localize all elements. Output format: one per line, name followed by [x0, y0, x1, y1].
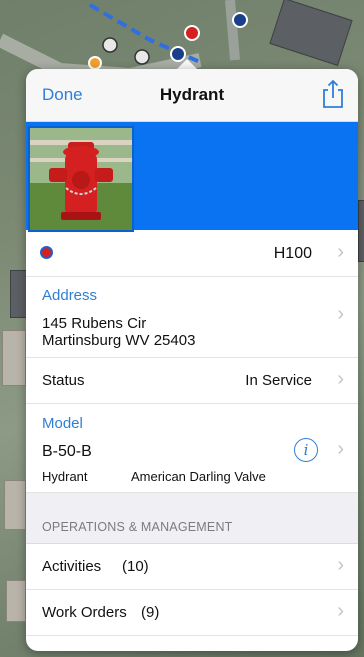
work-orders-label: Work Orders [42, 604, 127, 621]
chevron-right-icon: › [337, 368, 344, 390]
done-button[interactable]: Done [42, 85, 83, 105]
model-value: B-50-B [42, 443, 92, 460]
address-line-2: Martinsburg WV 25403 [42, 332, 196, 349]
map-hydrant-icon [88, 56, 102, 70]
section-title: OPERATIONS & MANAGEMENT [42, 520, 233, 534]
chevron-right-icon: › [337, 600, 344, 622]
feature-popup: Done Hydrant H100 › Address 145 Rubens C… [26, 69, 358, 651]
model-type: Hydrant [42, 469, 88, 484]
info-icon[interactable]: i [294, 438, 318, 462]
chevron-right-icon: › [337, 241, 344, 263]
chevron-right-icon: › [337, 438, 344, 460]
map-valve-icon [232, 12, 248, 28]
status-value: In Service [245, 372, 312, 389]
asset-id-value: H100 [273, 245, 312, 262]
asset-id-row[interactable]: H100 › [26, 230, 358, 277]
activities-label: Activities [42, 558, 102, 575]
share-icon[interactable] [320, 79, 346, 109]
hydrant-symbol-icon [40, 246, 53, 259]
model-row[interactable]: Model B-50-B Hydrant American Darling Va… [26, 404, 358, 493]
chevron-right-icon: › [337, 554, 344, 576]
activities-row[interactable]: Activities (10) › [26, 544, 358, 590]
status-label: Status [42, 372, 85, 389]
hydrant-photo[interactable] [28, 126, 134, 232]
map-meter-icon [134, 49, 150, 65]
model-manufacturer: American Darling Valve [131, 469, 266, 484]
work-orders-count: (9) [141, 604, 160, 621]
address-label: Address [42, 287, 98, 304]
address-row[interactable]: Address 145 Rubens Cir Martinsburg WV 25… [26, 277, 358, 358]
nav-bar: Done Hydrant [26, 69, 358, 122]
chevron-right-icon: › [337, 303, 344, 325]
activities-count: (10) [122, 558, 149, 575]
address-line-1: 145 Rubens Cir [42, 315, 147, 332]
section-header-operations: OPERATIONS & MANAGEMENT [26, 493, 358, 544]
model-label: Model [42, 415, 83, 432]
status-row[interactable]: Status In Service › [26, 358, 358, 404]
work-orders-row[interactable]: Work Orders (9) › [26, 590, 358, 636]
map-hydrant-icon [184, 25, 200, 41]
map-meter-icon [102, 37, 118, 53]
photo-strip [26, 122, 358, 232]
